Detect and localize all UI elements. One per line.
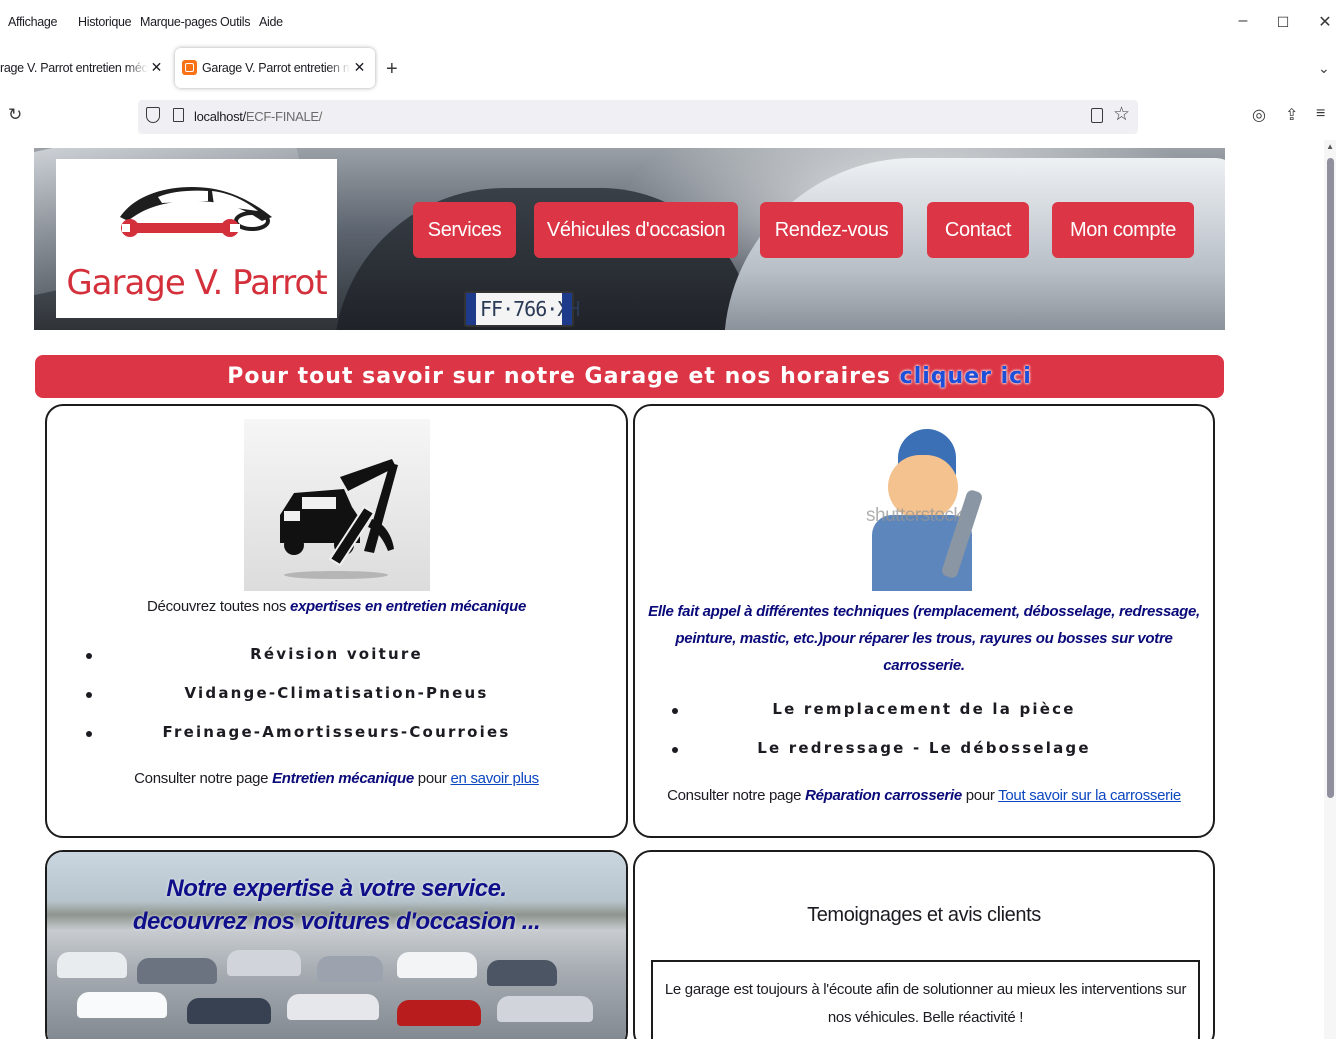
review-text: Le garage est toujours à l'écoute afin d… bbox=[664, 981, 1187, 1026]
bookmark-star-icon[interactable]: ☆ bbox=[1113, 103, 1130, 126]
occasion-title-line: decouvrez nos voitures d'occasion ... bbox=[132, 908, 541, 935]
card-voitures-occasion[interactable]: Notre expertise à votre service. decouvr… bbox=[45, 850, 628, 1039]
service-item: Le redressage - Le débosselage bbox=[757, 739, 1091, 757]
lot-car bbox=[487, 960, 557, 986]
card-image bbox=[244, 419, 430, 591]
nav-rendez-vous-button[interactable]: Rendez-vous bbox=[760, 202, 903, 258]
chevron-down-icon[interactable]: ⌄ bbox=[1318, 60, 1330, 77]
scroll-up-icon[interactable]: ▲ bbox=[1326, 142, 1334, 151]
card-avis-clients: Temoignages et avis clients Le garage es… bbox=[633, 850, 1215, 1039]
review-box: Le garage est toujours à l'écoute afin d… bbox=[651, 960, 1200, 1039]
car-wrench-icon bbox=[120, 187, 272, 237]
lot-car bbox=[57, 952, 127, 978]
watermark: shutterstock bbox=[866, 505, 963, 526]
reload-icon[interactable]: ↻ bbox=[8, 105, 22, 125]
page-icon[interactable] bbox=[173, 108, 184, 122]
lot-car bbox=[397, 952, 477, 978]
new-tab-icon[interactable]: + bbox=[386, 58, 398, 81]
intro-line: peinture, mastic, etc.)pour réparer les … bbox=[675, 630, 1173, 647]
site-header: FF·766·XH Garage V. Parrot Services Véhi… bbox=[34, 148, 1225, 330]
lot-car bbox=[137, 958, 217, 984]
menu-historique[interactable]: Historique bbox=[78, 15, 132, 29]
card-intro: Découvrez toutes nos expertises en entre… bbox=[47, 598, 626, 615]
site-logo[interactable]: Garage V. Parrot bbox=[56, 159, 337, 318]
en-savoir-plus-link[interactable]: en savoir plus bbox=[451, 770, 540, 787]
web-page: FF·766·XH Garage V. Parrot Services Véhi… bbox=[0, 140, 1336, 1039]
info-banner-text: Pour tout savoir sur notre Garage et nos… bbox=[227, 364, 900, 389]
lot-car bbox=[317, 956, 383, 982]
occasion-title[interactable]: Notre expertise à votre service. decouvr… bbox=[47, 872, 626, 938]
close-tab-icon[interactable]: ✕ bbox=[151, 59, 163, 76]
browser-chrome: Affichage Historique Marque-pages Outils… bbox=[0, 0, 1336, 140]
intro-text: Découvrez toutes nos bbox=[147, 598, 290, 615]
lot-car bbox=[397, 1000, 481, 1026]
share-icon[interactable]: ⇪ bbox=[1285, 105, 1298, 125]
card-footer: Consulter notre page Réparation carrosse… bbox=[635, 787, 1213, 804]
info-banner: Pour tout savoir sur notre Garage et nos… bbox=[35, 355, 1224, 398]
tab-inactive[interactable]: rage V. Parrot entretien méca ✕ bbox=[0, 48, 170, 88]
close-tab-icon[interactable]: ✕ bbox=[354, 59, 366, 76]
url-host: localhost/ bbox=[194, 109, 246, 124]
tab-active[interactable]: Garage V. Parrot entretien méca ✕ bbox=[175, 48, 375, 88]
card-reparation-carrosserie: shutterstock Elle fait appel à différent… bbox=[633, 404, 1215, 838]
info-banner-link[interactable]: cliquer ici bbox=[900, 364, 1032, 389]
shield-icon[interactable] bbox=[146, 107, 160, 123]
lot-car bbox=[187, 998, 271, 1024]
menu-outils[interactable]: Outils bbox=[220, 15, 250, 29]
nav-mon-compte-button[interactable]: Mon compte bbox=[1052, 202, 1194, 258]
reader-view-icon[interactable] bbox=[1091, 108, 1103, 123]
lot-car bbox=[497, 996, 593, 1022]
avis-title: Temoignages et avis clients bbox=[807, 904, 1041, 926]
url-text[interactable]: localhost/ECF-FINALE/ bbox=[194, 109, 322, 124]
tab-title: Garage V. Parrot entretien méca bbox=[202, 61, 350, 75]
service-item: Le remplacement de la pièce bbox=[772, 700, 1076, 718]
url-path: ECF-FINALE/ bbox=[245, 109, 323, 124]
card-image: shutterstock bbox=[830, 419, 1016, 591]
service-item: Révision voiture bbox=[250, 645, 423, 663]
lot-car bbox=[77, 992, 167, 1018]
pocket-icon[interactable]: ◎ bbox=[1252, 105, 1266, 125]
plate-band bbox=[466, 293, 476, 325]
tout-savoir-carrosserie-link[interactable]: Tout savoir sur la carrosserie bbox=[998, 787, 1181, 804]
footer-text: pour bbox=[413, 770, 451, 787]
menu-affichage[interactable]: Affichage bbox=[8, 15, 58, 29]
menu-marque-pages[interactable]: Marque-pages bbox=[140, 15, 217, 29]
plate-band bbox=[562, 293, 572, 325]
card-intro: Elle fait appel à différentes techniques… bbox=[635, 598, 1213, 679]
lot-car bbox=[287, 994, 379, 1020]
close-window-icon[interactable]: ✕ bbox=[1315, 12, 1335, 32]
service-item: Vidange-Climatisation-Pneus bbox=[184, 684, 489, 702]
scrollbar-thumb[interactable] bbox=[1327, 158, 1334, 798]
logo-text: Garage V. Parrot bbox=[66, 263, 327, 303]
navigation-bar: ↻ localhost/ECF-FINALE/ ☆ ◎ ⇪ ≡ bbox=[0, 94, 1336, 140]
footer-emphasis: Réparation carrosserie bbox=[805, 787, 962, 804]
footer-emphasis: Entretien mécanique bbox=[272, 770, 414, 787]
menu-icon[interactable]: ≡ bbox=[1316, 105, 1325, 123]
card-entretien-mecanique: Découvrez toutes nos expertises en entre… bbox=[45, 404, 628, 838]
tab-title: rage V. Parrot entretien méca bbox=[0, 61, 148, 75]
license-plate: FF·766·XH bbox=[464, 291, 580, 327]
favicon-icon bbox=[182, 60, 197, 75]
occasion-title-line: Notre expertise à votre service. bbox=[166, 875, 507, 902]
intro-emphasis: expertises en entretien mécanique bbox=[289, 598, 526, 615]
maximize-icon[interactable]: ☐ bbox=[1273, 14, 1293, 31]
nav-vehicules-button[interactable]: Véhicules d'occasion bbox=[534, 202, 738, 258]
menu-aide[interactable]: Aide bbox=[259, 15, 283, 29]
nav-services-button[interactable]: Services bbox=[413, 202, 516, 258]
lot-car bbox=[227, 950, 301, 976]
tab-bar: rage V. Parrot entretien méca ✕ Garage V… bbox=[0, 46, 1336, 94]
footer-text: pour bbox=[961, 787, 999, 804]
minimize-icon[interactable]: – bbox=[1233, 12, 1253, 30]
url-bar[interactable]: localhost/ECF-FINALE/ ☆ bbox=[138, 100, 1138, 134]
footer-text: Consulter notre page bbox=[134, 770, 273, 787]
footer-text: Consulter notre page bbox=[667, 787, 806, 804]
car-repair-icon bbox=[280, 459, 398, 579]
card-footer: Consulter notre page Entretien mécanique… bbox=[47, 770, 626, 787]
service-item: Freinage-Amortisseurs-Courroies bbox=[162, 723, 511, 741]
menu-bar: Affichage Historique Marque-pages Outils… bbox=[0, 0, 1336, 46]
intro-line: carrosserie. bbox=[883, 657, 965, 674]
scrollbar[interactable]: ▲ bbox=[1324, 140, 1336, 1039]
nav-contact-button[interactable]: Contact bbox=[927, 202, 1029, 258]
intro-line: Elle fait appel à différentes techniques… bbox=[648, 603, 1200, 620]
